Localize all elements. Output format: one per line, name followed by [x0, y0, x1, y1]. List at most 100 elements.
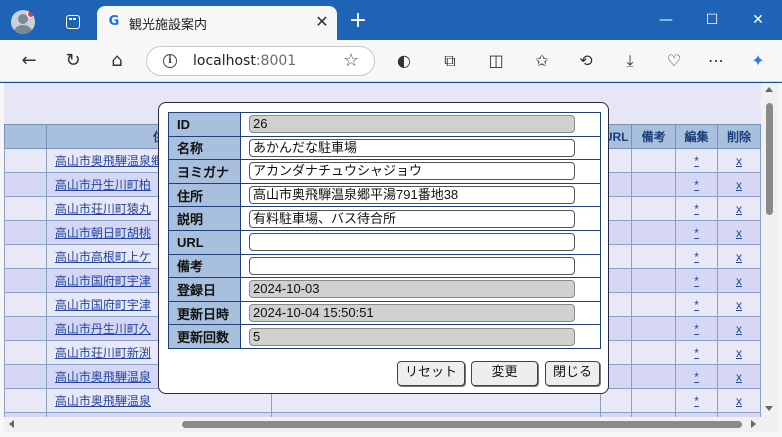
scroll-down-icon[interactable] [765, 406, 773, 411]
row-delete-link-text[interactable]: x [736, 394, 742, 408]
row-delete-link-text[interactable]: x [736, 250, 742, 264]
horizontal-scrollbar[interactable] [4, 417, 761, 432]
favorite-star-icon[interactable]: ☆ [343, 50, 359, 71]
tab-actions-icon[interactable] [58, 9, 88, 35]
row-delete-link-text[interactable]: x [736, 298, 742, 312]
field-input[interactable]: あかんだな駐車場 [249, 138, 575, 157]
row-delete-link[interactable]: x [717, 388, 761, 413]
row-edit-link[interactable]: * [675, 244, 719, 269]
row-address-text[interactable]: 高山市奥飛騨温泉 [55, 370, 151, 384]
row-delete-link-text[interactable]: x [736, 322, 742, 336]
tab-close-icon[interactable]: ✕ [313, 13, 331, 31]
row-edit-link-text[interactable]: * [694, 322, 699, 336]
minimize-icon[interactable]: — [644, 8, 688, 32]
row-address-text[interactable]: 高山市国府町宇津 [55, 274, 151, 288]
copilot-icon[interactable]: ✦ [745, 48, 771, 74]
more-menu-icon[interactable]: ⋯ [703, 48, 729, 74]
row-edit-link-text[interactable]: * [694, 250, 699, 264]
row-edit-link[interactable]: * [675, 364, 719, 389]
downloads-icon[interactable]: ⤓ [617, 48, 643, 74]
form-row: 更新日時 2024-10-04 15:50:51 [168, 300, 601, 326]
row-delete-link[interactable]: x [717, 148, 761, 173]
row-edit-link-text[interactable]: * [694, 154, 699, 168]
row-address-text[interactable]: 高山市国府町宇津 [55, 298, 151, 312]
row-delete-link[interactable]: x [717, 196, 761, 221]
row-delete-link-text[interactable]: x [736, 202, 742, 216]
row-edit-link-text[interactable]: * [694, 226, 699, 240]
row-edit-link[interactable]: * [675, 172, 719, 197]
history-icon[interactable]: ⟲ [573, 48, 599, 74]
row-delete-link[interactable]: x [717, 244, 761, 269]
row-address-text[interactable]: 高山市丹生川町柏 [55, 178, 151, 192]
row-edit-link[interactable]: * [675, 340, 719, 365]
close-button[interactable]: 閉じる [545, 361, 600, 386]
field-input[interactable]: アカンダナチュウシャジョウ [249, 162, 575, 181]
favorites-icon[interactable]: ✩ [529, 48, 555, 74]
field-input[interactable] [249, 233, 575, 252]
home-icon[interactable]: ⌂ [103, 48, 131, 74]
row-delete-link-text[interactable]: x [736, 346, 742, 360]
window-close-icon[interactable]: ✕ [736, 8, 780, 32]
new-tab-icon[interactable]: + [345, 9, 371, 35]
row-address-text[interactable]: 高山市荘川町猿丸 [55, 202, 151, 216]
row-delete-link-text[interactable]: x [736, 178, 742, 192]
row-edit-link[interactable]: * [675, 268, 719, 293]
scroll-right-icon[interactable] [751, 420, 756, 428]
row-delete-link[interactable]: x [717, 172, 761, 197]
extension-shield-icon[interactable]: ◐ [391, 48, 417, 74]
row-delete-link-text[interactable]: x [736, 226, 742, 240]
row-address-text[interactable]: 高山市荘川町新渕 [55, 346, 151, 360]
vertical-scrollbar[interactable] [761, 83, 778, 417]
row-edit-link[interactable]: * [675, 388, 719, 413]
scroll-up-icon[interactable] [765, 87, 773, 92]
row-edit-link-text[interactable]: * [694, 394, 699, 408]
favicon-icon: G [108, 14, 120, 29]
field-input[interactable]: 高山市奥飛騨温泉郷平湯791番地38 [249, 186, 575, 205]
row-delete-link-text[interactable]: x [736, 274, 742, 288]
browser-health-icon[interactable]: ♡ [661, 48, 687, 74]
row-edit-link[interactable]: * [675, 316, 719, 341]
row-edit-link-text[interactable]: * [694, 298, 699, 312]
split-screen-icon[interactable]: ◫ [483, 48, 509, 74]
row-edit-link-text[interactable]: * [694, 346, 699, 360]
row-delete-link[interactable]: x [717, 364, 761, 389]
maximize-icon[interactable]: ☐ [690, 8, 734, 32]
field-input[interactable]: 有料駐車場、バス待合所 [249, 209, 575, 228]
row-address-text[interactable]: 高山市奥飛騨温泉 [55, 394, 151, 408]
row-delete-link[interactable]: x [717, 220, 761, 245]
row-edit-link[interactable]: * [675, 148, 719, 173]
row-delete-link-text[interactable]: x [736, 370, 742, 384]
reload-icon[interactable]: ↻ [59, 48, 87, 74]
row-delete-link[interactable]: x [717, 292, 761, 317]
row-edit-link-text[interactable]: * [694, 274, 699, 288]
site-info-icon[interactable]: i [163, 54, 177, 68]
scroll-left-icon[interactable] [9, 420, 14, 428]
horizontal-scroll-thumb[interactable] [182, 421, 742, 428]
back-arrow-icon[interactable]: ← [15, 48, 43, 74]
row-edit-link-text[interactable]: * [694, 178, 699, 192]
row-address-text[interactable]: 高山市奥飛騨温泉郷 [55, 154, 163, 168]
browser-tab[interactable]: G 観光施設案内 ✕ [97, 6, 337, 40]
row-address-text[interactable]: 高山市丹生川町久 [55, 322, 151, 336]
row-delete-link[interactable]: x [717, 268, 761, 293]
row-edit-link-text[interactable]: * [694, 370, 699, 384]
url-text[interactable]: localhost:8001 [193, 53, 296, 69]
field-input[interactable] [249, 256, 575, 275]
row-delete-link[interactable]: x [717, 340, 761, 365]
address-bar[interactable]: i localhost:8001 ☆ [146, 46, 375, 76]
row-address-text[interactable]: 高山市朝日町胡桃 [55, 226, 151, 240]
update-button[interactable]: 変更 [471, 361, 538, 386]
reset-button[interactable]: リセット [397, 361, 465, 386]
row-edit-link[interactable]: * [675, 196, 719, 221]
row-delete-link-text[interactable]: x [736, 154, 742, 168]
row-edit-link[interactable]: * [675, 220, 719, 245]
extensions-puzzle-icon[interactable]: ⧉ [437, 48, 463, 74]
field-input: 5 [249, 327, 575, 346]
profile-avatar-icon[interactable] [11, 10, 35, 34]
vertical-scroll-thumb[interactable] [766, 103, 773, 215]
row-edit-link[interactable]: * [675, 292, 719, 317]
row-address-text[interactable]: 高山市高根町上ケ [55, 250, 151, 264]
field-input: 2024-10-04 15:50:51 [249, 304, 575, 323]
row-edit-link-text[interactable]: * [694, 202, 699, 216]
row-delete-link[interactable]: x [717, 316, 761, 341]
